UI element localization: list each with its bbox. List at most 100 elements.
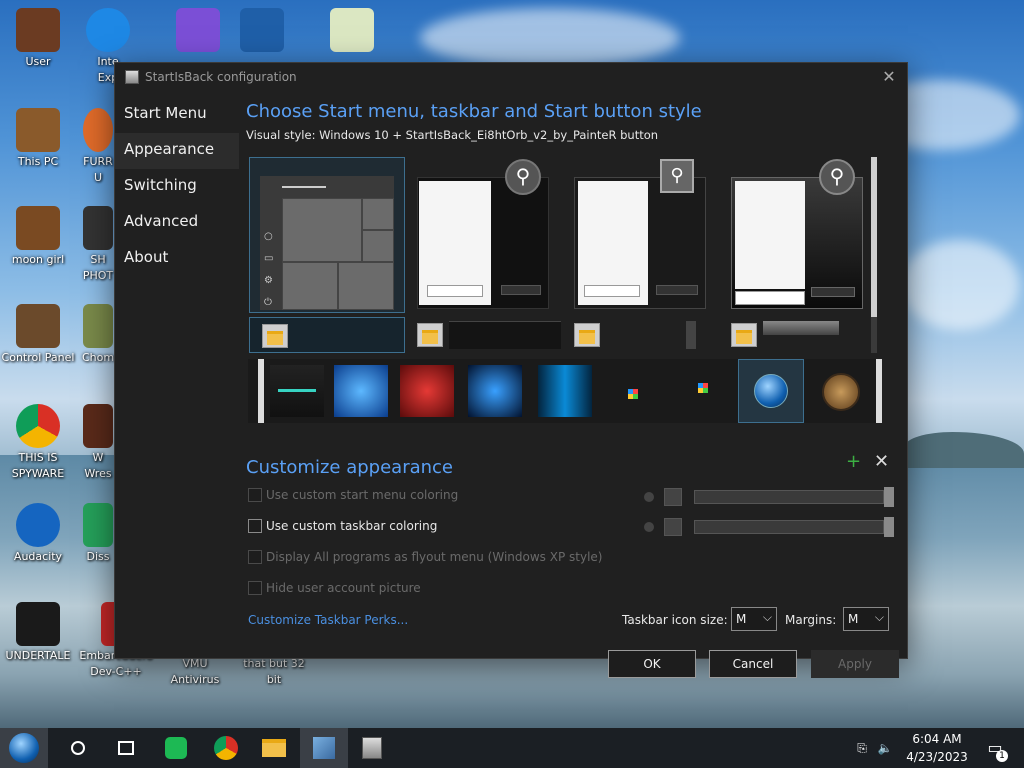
style-preview-windows-7: ⚲ [405,157,561,313]
style-card-windows-7-basic[interactable]: ⚲ [562,157,718,353]
orb-option-blue-glow[interactable] [538,365,592,417]
sidebar-item-start-menu[interactable]: Start Menu [115,97,239,133]
orb-option-windows-7-orb[interactable] [738,359,804,423]
orb-scroll-right[interactable] [876,359,882,423]
taskbar: ⎘ 🔈 6:04 AM 4/23/2023 ▭ 1 [0,728,1024,768]
taskbar-app-control-panel[interactable] [300,728,348,768]
style-gallery: ○ ▭ ⚙ ⏻ ⚲ ⚲ ⚲ [249,157,881,353]
clock[interactable]: 6:04 AM 4/23/2023 [900,730,974,766]
slider-knob[interactable] [884,517,894,537]
desktop-icon-moon-girl[interactable]: moon girl [0,206,76,268]
desktop-icon-user[interactable]: User [0,8,76,70]
customize-taskbar-perks-link[interactable]: Customize Taskbar Perks... [248,613,408,627]
option-flyout-all-programs[interactable]: Display All programs as flyout menu (Win… [248,550,602,564]
taskbar-color-controls [642,517,896,537]
desktop-icon-diss[interactable]: Diss [78,503,118,565]
sidebar-item-appearance[interactable]: Appearance [115,133,239,169]
option-hide-user-picture[interactable]: Hide user account picture [248,581,421,595]
style-card-windows-7-aero[interactable]: ⚲ [719,157,875,353]
task-view-button[interactable] [102,728,150,768]
chrome-icon [16,404,60,448]
search-button[interactable] [54,728,102,768]
margins-label: Margins: [785,613,837,627]
taskbar-app-spotify[interactable] [152,728,200,768]
opacity-slider[interactable] [694,520,884,534]
scrollbar-thumb[interactable] [871,157,877,317]
desktop-icon-control-panel[interactable]: Control Panel [0,304,76,366]
style-gallery-scrollbar[interactable] [871,157,877,353]
folder-icon [262,324,288,348]
clock-time: 6:04 AM [912,732,962,746]
desktop-icon-audacity[interactable]: Audacity [0,503,76,565]
orb-option-dotted-sphere[interactable] [468,365,522,417]
sidebar-item-switching[interactable]: Switching [115,169,239,205]
desktop-icon-shphot[interactable]: SH PHOT [78,206,118,284]
ok-button[interactable]: OK [608,650,696,678]
taskbar-app-startisback[interactable] [348,728,396,768]
orb-scroll-left[interactable] [258,359,264,423]
desktop-icon-wres[interactable]: W Wres [78,404,118,482]
color-swatch[interactable] [664,488,682,506]
moon-girl-icon [16,206,60,250]
start-button[interactable] [0,728,48,768]
option-custom-taskbar-coloring[interactable]: Use custom taskbar coloring [248,519,437,533]
computer-icon [16,108,60,152]
slider-knob[interactable] [884,487,894,507]
volume-muted-icon[interactable]: 🔈 [874,728,896,768]
orb-option-bronze[interactable] [814,365,868,417]
chom-icon [83,304,113,348]
sidebar-item-advanced[interactable]: Advanced [115,205,239,241]
desktop-icon-hxd[interactable] [322,8,382,54]
color-swatch[interactable] [664,518,682,536]
desktop-icon-visual-studio[interactable] [168,8,228,54]
desktop-icon-furr[interactable]: FURR U [78,108,118,186]
checkbox[interactable] [248,581,262,595]
style-card-windows-10[interactable]: ○ ▭ ⚙ ⏻ [249,157,405,353]
opacity-slider[interactable] [694,490,884,504]
remove-orb-icon[interactable]: ✕ [874,451,889,472]
checkbox[interactable] [248,519,262,533]
color-dot [644,492,654,502]
orb-option-teal-line[interactable] [270,365,324,417]
close-icon[interactable]: ✕ [879,67,899,87]
appearance-panel: Choose Start menu, taskbar and Start but… [246,91,899,678]
apply-button[interactable]: Apply [811,650,899,678]
desktop-icon-32-bit[interactable]: that but 32 bit [234,656,314,688]
color-dot [644,522,654,532]
option-custom-start-menu-coloring[interactable]: Use custom start menu coloring [248,488,458,502]
desktop-icon-this-pc[interactable]: This PC [0,108,76,170]
task-view-icon [118,741,134,755]
notification-center-icon[interactable]: ▭ [982,728,1008,768]
user-folder-icon [16,8,60,52]
photo-app-icon [83,206,113,250]
taskbar-preview-windows-7-basic [562,317,718,353]
cancel-button[interactable]: Cancel [709,650,797,678]
desktop-icon-spyware[interactable]: THIS IS SPYWARE [0,404,76,482]
taskbar-app-chrome[interactable] [202,728,250,768]
desktop-icon-vmu-antivirus[interactable]: VMU Antivirus [158,656,232,688]
taskbar-app-file-explorer[interactable] [250,728,298,768]
orb-option-blue-wave[interactable] [334,365,388,417]
audacity-icon [16,503,60,547]
desktop-icon-chom[interactable]: Chom [78,304,118,366]
checkbox[interactable] [248,550,262,564]
margins-select[interactable]: M ⌵ [843,607,889,631]
notification-badge: 1 [996,750,1008,762]
icon-size-select[interactable]: M ⌵ [731,607,777,631]
desktop-icon-undertale[interactable]: UNDERTALE [0,602,76,664]
orb-option-red[interactable] [400,365,454,417]
add-orb-icon[interactable]: + [846,451,861,472]
icon-size-label: Taskbar icon size: [622,613,728,627]
taskbar-preview-windows-7 [405,317,561,353]
clock-date: 4/23/2023 [906,750,968,764]
checkbox[interactable] [248,488,262,502]
sidebar-item-about[interactable]: About [115,241,239,277]
style-preview-windows-7-aero: ⚲ [719,157,875,313]
style-card-windows-7[interactable]: ⚲ [405,157,561,353]
desktop-icon-virtualbox[interactable] [232,8,292,54]
orb-option-small-windows-2[interactable] [676,365,730,417]
orb-option-small-windows[interactable] [606,365,660,417]
taskbar-preview-windows-7-aero [719,317,875,353]
app-icon [125,70,139,84]
network-icon[interactable]: ⎘ [852,728,872,768]
